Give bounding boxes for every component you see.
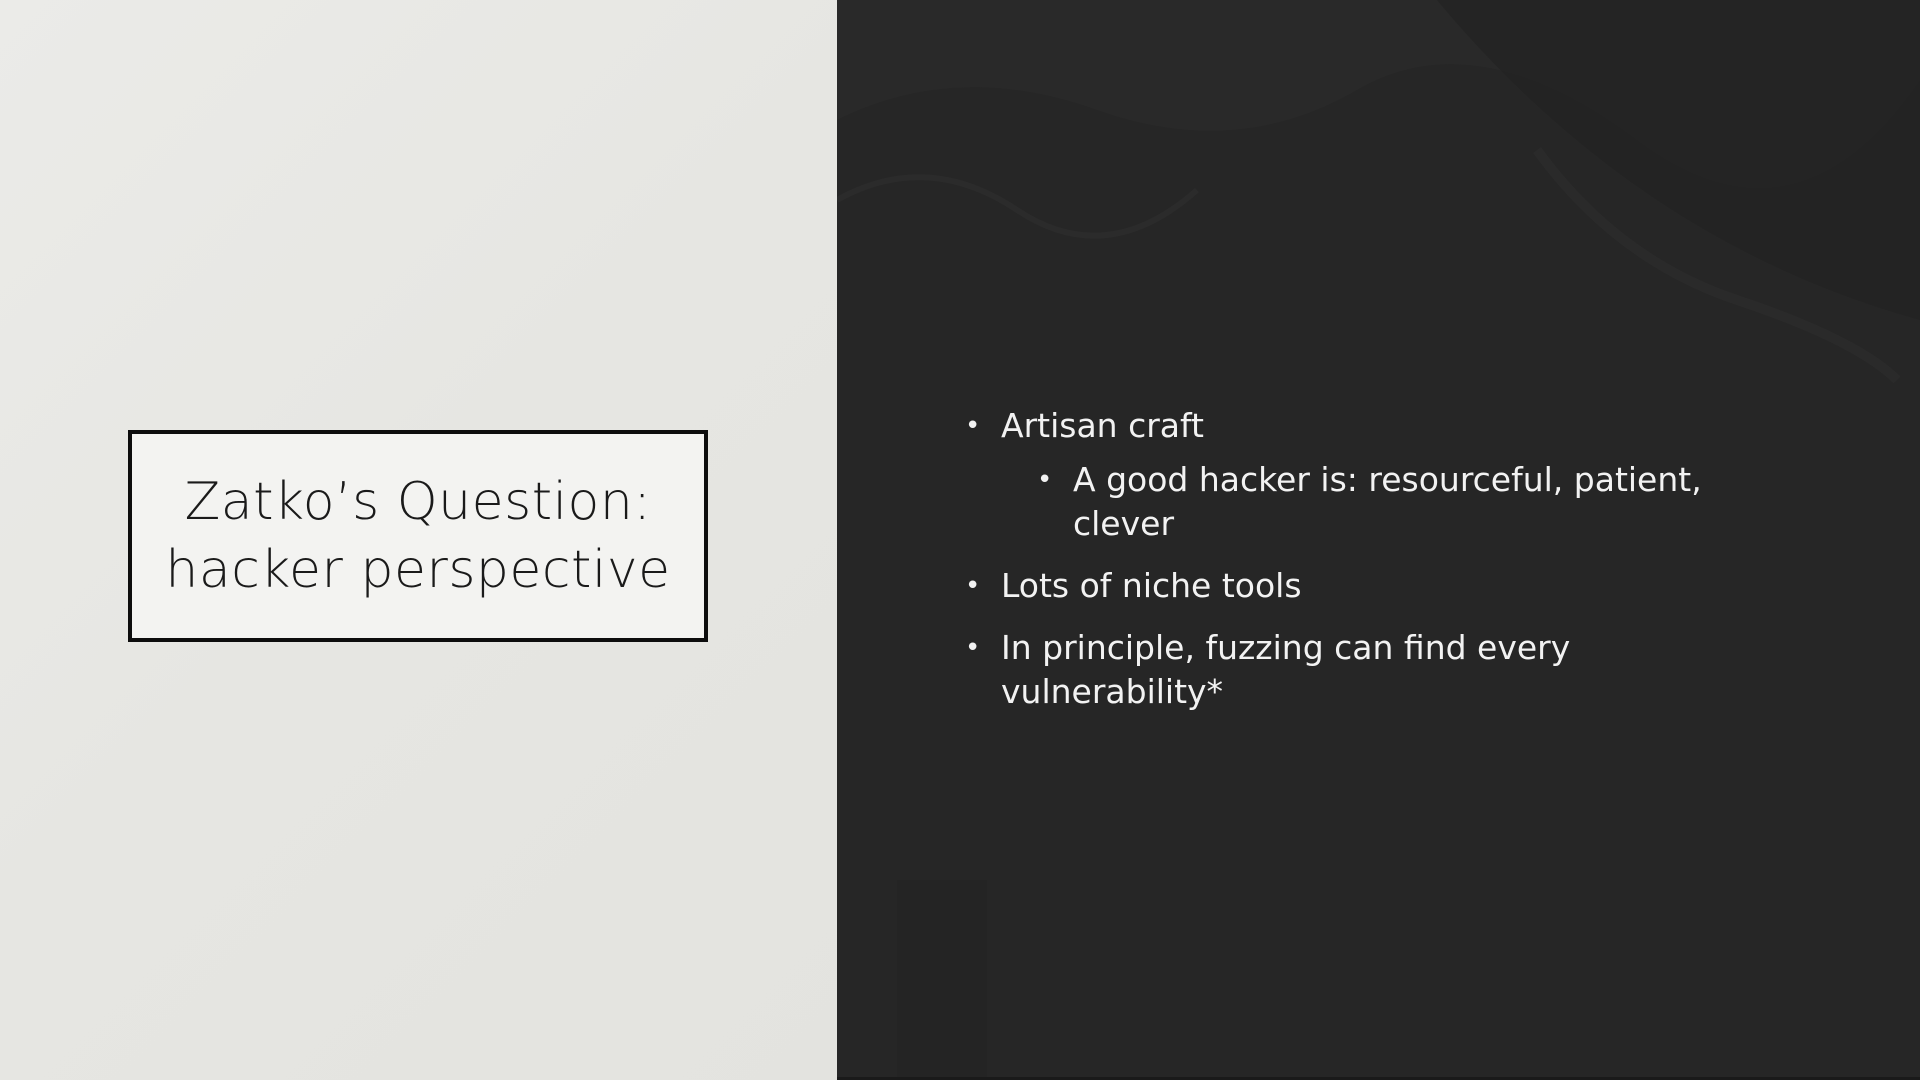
bullet-dot: • xyxy=(965,411,981,441)
bullet-list: • Artisan craft • A good hacker is: reso… xyxy=(965,404,1785,732)
bullet-item-fuzzing: • In principle, fuzzing can find every v… xyxy=(965,626,1785,714)
bullet-dot: • xyxy=(965,633,981,663)
bullet-text: In principle, fuzzing can find every vul… xyxy=(1001,628,1571,711)
title-box: Zatko’s Question: hacker perspective xyxy=(128,430,708,642)
right-panel: • Artisan craft • A good hacker is: reso… xyxy=(837,0,1920,1080)
bullet-text: Lots of niche tools xyxy=(1001,566,1302,605)
left-panel: Zatko’s Question: hacker perspective xyxy=(0,0,837,1080)
slide-title: Zatko’s Question: hacker perspective xyxy=(165,468,670,604)
title-line-2: hacker perspective xyxy=(165,540,671,600)
bullet-item-artisan-craft: • Artisan craft xyxy=(965,404,1785,448)
bullet-text: A good hacker is: resourceful, patient, … xyxy=(1073,460,1702,543)
bullet-dot: • xyxy=(965,571,981,601)
bullet-item-niche-tools: • Lots of niche tools xyxy=(965,564,1785,608)
title-line-1: Zatko’s Question: xyxy=(184,472,652,532)
bullet-item-good-hacker: • A good hacker is: resourceful, patient… xyxy=(1037,458,1785,546)
slide: Zatko’s Question: hacker perspective • A… xyxy=(0,0,1920,1080)
bullet-dot: • xyxy=(1037,465,1053,495)
bullet-text: Artisan craft xyxy=(1001,406,1204,445)
